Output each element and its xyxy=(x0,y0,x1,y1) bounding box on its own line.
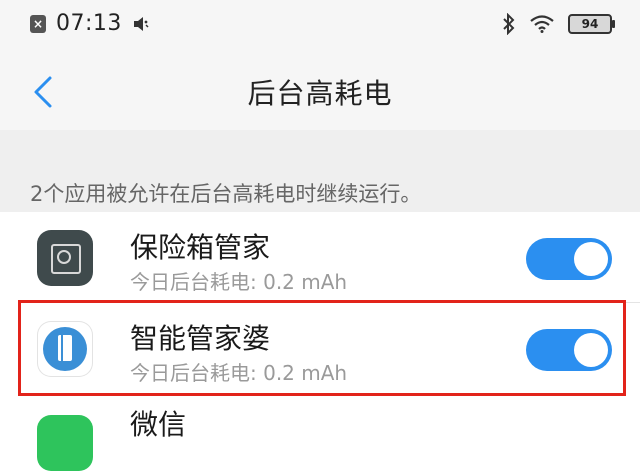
status-bar-left: × 07:13 xyxy=(30,11,152,36)
section-description: 2个应用被允许在后台高耗电时继续运行。 xyxy=(30,182,422,206)
app-usage: 今日后台耗电: 0.2 mAh xyxy=(130,270,348,294)
status-time: 07:13 xyxy=(56,11,122,36)
page-title: 后台高耗电 xyxy=(247,77,393,110)
highlight-box xyxy=(18,300,626,396)
app-row-safe: 保险箱管家 今日后台耗电: 0.2 mAh xyxy=(0,212,640,304)
app-name: 微信 xyxy=(130,408,187,441)
bluetooth-icon xyxy=(503,13,515,35)
safe-icon xyxy=(37,230,93,286)
notification-x-icon: × xyxy=(30,14,46,33)
mute-icon xyxy=(133,16,149,31)
status-bar: × 07:13 94 xyxy=(0,0,640,52)
status-bar-right: 94 xyxy=(502,13,615,35)
nav-bar: 后台高耗电 xyxy=(0,52,640,130)
app-name: 保险箱管家 xyxy=(130,231,271,264)
allow-toggle-safe[interactable] xyxy=(526,238,612,280)
battery-icon: 94 xyxy=(568,14,615,34)
app-row-wechat: 微信 xyxy=(0,395,640,471)
wifi-icon xyxy=(530,15,554,33)
wechat-icon xyxy=(37,415,93,471)
